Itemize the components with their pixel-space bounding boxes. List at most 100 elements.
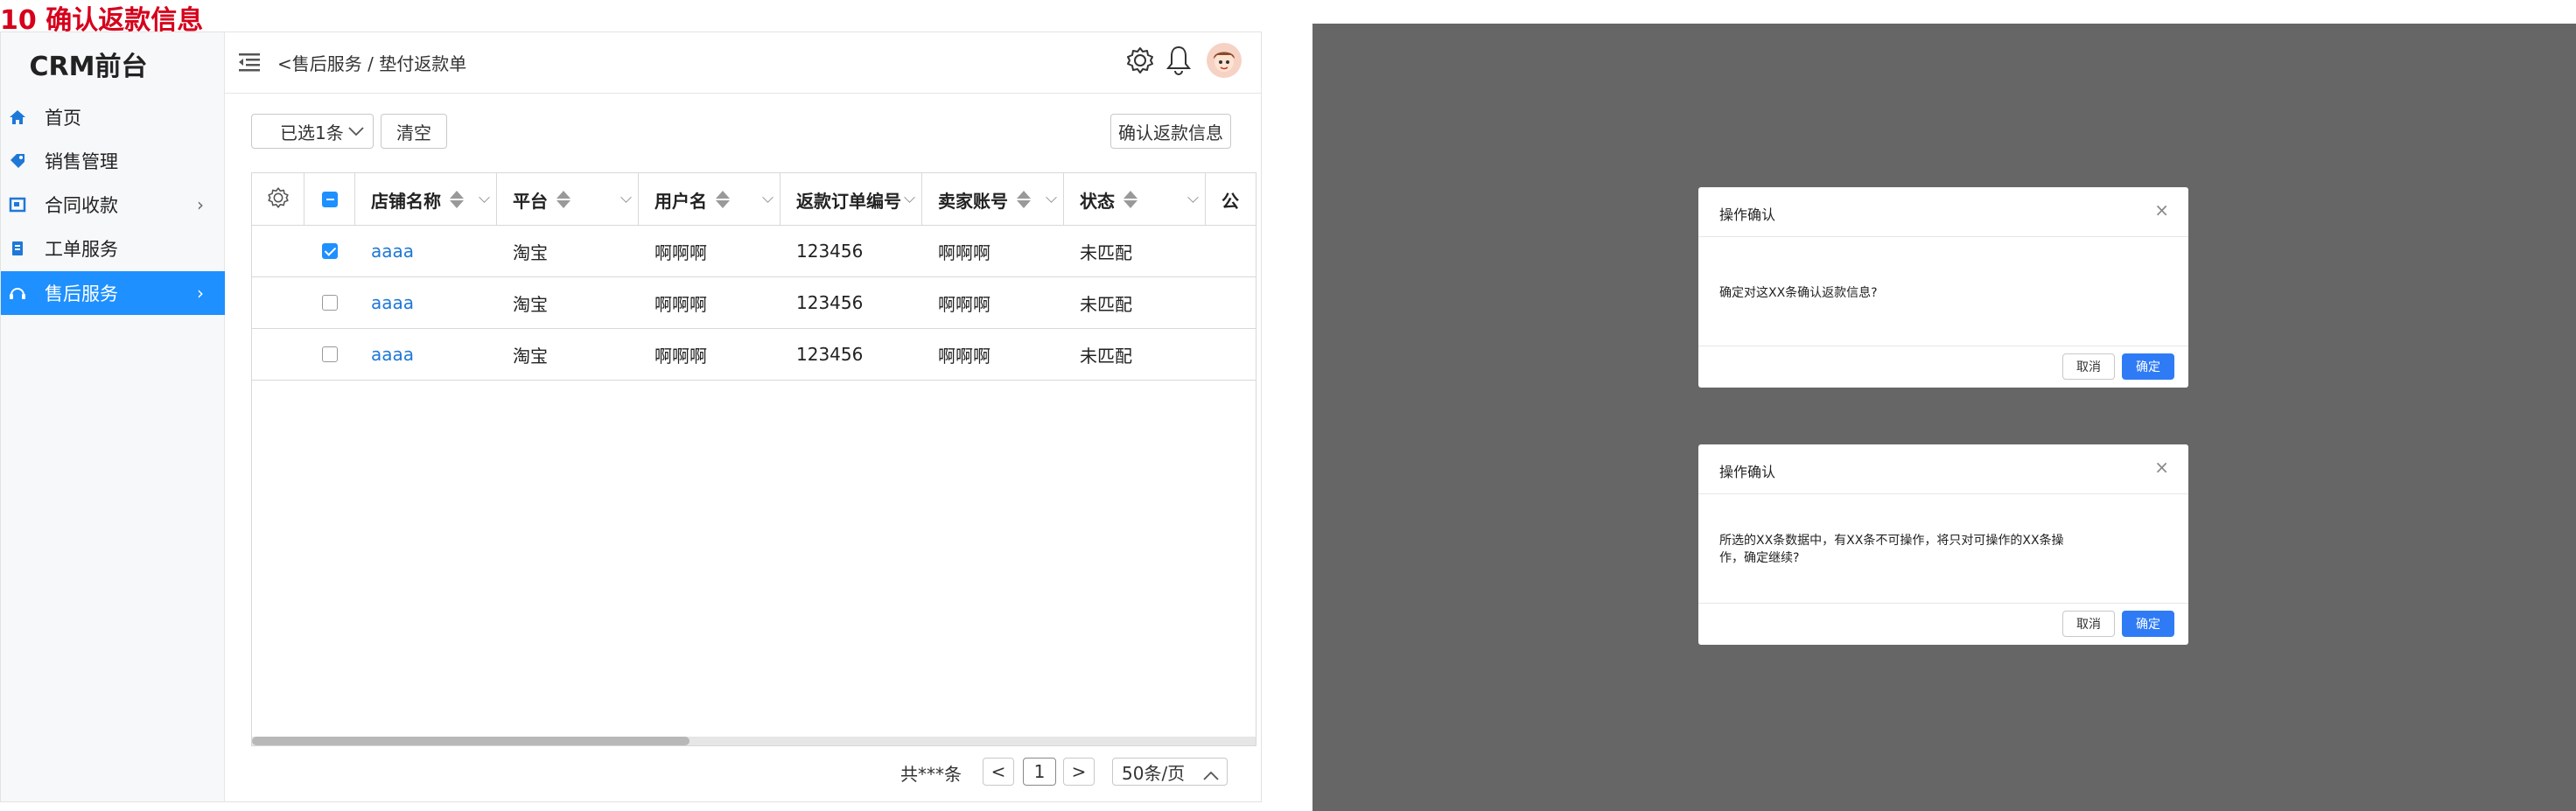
breadcrumb-current: 垫付返款单 — [379, 53, 467, 74]
column-header-more[interactable]: 公 — [1206, 173, 1256, 226]
close-icon[interactable]: × — [2154, 457, 2169, 478]
status-cell: 未匹配 — [1080, 345, 1132, 367]
breadcrumb-parent[interactable]: 售后服务 — [292, 53, 362, 74]
ok-button[interactable]: 确定 — [2122, 611, 2174, 637]
table-row[interactable]: aaaa 淘宝 啊啊啊 123456 啊啊啊 未匹配 — [252, 226, 1256, 277]
platform-cell: 淘宝 — [513, 241, 548, 263]
partial-confirm-dialog: 操作确认 × 所选的XX条数据中，有XX条不可操作，将只对可操作的XX条操 作，… — [1698, 444, 2188, 645]
user-cell: 啊啊啊 — [654, 345, 707, 367]
next-page-button[interactable]: > — [1063, 758, 1095, 786]
sidebar: CRM前台 首页 销售管理 合同收款 › 工单服务 售后服务 › — [1, 32, 225, 801]
bell-icon[interactable] — [1165, 45, 1193, 80]
shop-link[interactable]: aaaa — [355, 329, 497, 380]
crm-window: CRM前台 首页 销售管理 合同收款 › 工单服务 售后服务 › <售后服务 /… — [0, 31, 1262, 802]
sort-icon[interactable] — [716, 190, 730, 209]
prev-page-button[interactable]: < — [983, 758, 1014, 786]
column-label: 用户名 — [654, 190, 707, 212]
dialog-message-line: 所选的XX条数据中，有XX条不可操作，将只对可操作的XX条操 — [1719, 534, 2064, 548]
chevron-down-icon[interactable] — [479, 192, 490, 203]
confirm-refund-button[interactable]: 确认返款信息 — [1110, 114, 1231, 149]
sort-icon[interactable] — [1124, 190, 1138, 209]
select-all-checkbox[interactable] — [321, 192, 338, 207]
sort-icon[interactable] — [450, 190, 464, 209]
dialog-message: 所选的XX条数据中，有XX条不可操作，将只对可操作的XX条操 作，确定继续? — [1719, 532, 2064, 567]
sidebar-item-workorder[interactable]: 工单服务 — [1, 227, 225, 270]
pagination-total: 共***条 — [900, 764, 962, 785]
column-label: 平台 — [513, 190, 548, 212]
clear-button[interactable]: 清空 — [381, 114, 447, 149]
chevron-down-icon — [347, 121, 365, 142]
gear-icon[interactable] — [1124, 45, 1156, 80]
column-label: 卖家账号 — [938, 190, 1008, 212]
order-cell: 123456 — [796, 241, 864, 262]
selected-count-label: 已选1条 — [280, 122, 344, 143]
row-checkbox[interactable] — [322, 295, 338, 311]
chevron-down-icon[interactable] — [1046, 192, 1057, 203]
column-label: 公 — [1222, 190, 1239, 212]
gear-icon — [266, 185, 290, 214]
column-label: 店铺名称 — [371, 190, 441, 212]
platform-cell: 淘宝 — [513, 293, 548, 315]
row-checkbox[interactable] — [322, 346, 338, 362]
chevron-down-icon[interactable] — [1187, 192, 1199, 203]
column-header-shop[interactable]: 店铺名称 — [355, 173, 497, 226]
chevron-right-icon: › — [197, 194, 204, 215]
column-header-user[interactable]: 用户名 — [639, 173, 780, 226]
column-settings[interactable] — [252, 173, 304, 226]
chevron-down-icon[interactable] — [904, 192, 915, 203]
sidebar-item-home[interactable]: 首页 — [1, 95, 225, 139]
back-link[interactable]: < — [277, 53, 292, 74]
confirm-dialog: 操作确认 × 确定对这XX条确认返款信息? 取消 确定 — [1698, 187, 2188, 388]
chevron-down-icon[interactable] — [620, 192, 632, 203]
cancel-button[interactable]: 取消 — [2062, 611, 2115, 637]
sort-icon[interactable] — [556, 190, 570, 209]
column-header-platform[interactable]: 平台 — [497, 173, 639, 226]
table-row[interactable]: aaaa 淘宝 啊啊啊 123456 啊啊啊 未匹配 — [252, 329, 1256, 381]
ok-button[interactable]: 确定 — [2122, 353, 2174, 380]
page-size-label: 50条/页 — [1122, 762, 1186, 784]
row-select-cell — [304, 329, 355, 380]
row-checkbox[interactable] — [322, 243, 338, 259]
row-select-cell — [304, 277, 355, 328]
dialog-divider — [1698, 236, 2188, 237]
page-size-select[interactable]: 50条/页 — [1112, 758, 1228, 786]
modal-overlay: 操作确认 × 确定对这XX条确认返款信息? 取消 确定 操作确认 × 所选的XX… — [1312, 24, 2576, 811]
home-icon — [8, 108, 27, 127]
scrollbar-thumb[interactable] — [252, 737, 690, 745]
headset-icon — [8, 283, 27, 303]
status-cell: 未匹配 — [1080, 293, 1132, 315]
table-header: 店铺名称 平台 用户名 返款订单编号 卖家账号 状态 公 — [252, 173, 1256, 226]
close-icon[interactable]: × — [2154, 199, 2169, 220]
seller-cell: 啊啊啊 — [938, 241, 990, 263]
sidebar-item-aftersales[interactable]: 售后服务 › — [1, 271, 225, 315]
sidebar-item-sales[interactable]: 销售管理 — [1, 139, 225, 183]
sidebar-item-contract[interactable]: 合同收款 › — [1, 183, 225, 227]
dialog-title: 操作确认 — [1719, 464, 1776, 480]
sort-icon[interactable] — [1017, 190, 1031, 209]
selected-count-dropdown[interactable]: 已选1条 — [251, 114, 374, 149]
sidebar-item-label: 首页 — [45, 108, 81, 129]
avatar[interactable] — [1207, 43, 1242, 78]
order-cell: 123456 — [796, 292, 864, 313]
menu-collapse-icon[interactable] — [237, 52, 262, 76]
current-page[interactable]: 1 — [1023, 758, 1056, 786]
column-header-status[interactable]: 状态 — [1064, 173, 1206, 226]
chevron-down-icon[interactable] — [762, 192, 774, 203]
shop-link[interactable]: aaaa — [355, 277, 497, 328]
cancel-button[interactable]: 取消 — [2062, 353, 2115, 380]
table-row[interactable]: aaaa 淘宝 啊啊啊 123456 啊啊啊 未匹配 — [252, 277, 1256, 329]
chevron-up-icon — [1202, 766, 1220, 787]
column-label: 返款订单编号 — [796, 190, 901, 212]
sidebar-item-label: 售后服务 — [45, 283, 118, 304]
horizontal-scrollbar[interactable] — [252, 737, 1256, 745]
status-cell: 未匹配 — [1080, 241, 1132, 263]
clipboard-icon — [8, 239, 27, 258]
dialog-message-line: 作，确定继续? — [1719, 551, 1800, 565]
breadcrumb-separator: / — [368, 53, 374, 74]
column-header-seller[interactable]: 卖家账号 — [922, 173, 1064, 226]
dialog-divider — [1698, 493, 2188, 494]
shop-link[interactable]: aaaa — [355, 226, 497, 276]
seller-cell: 啊啊啊 — [938, 345, 990, 367]
order-cell: 123456 — [796, 344, 864, 365]
column-header-order[interactable]: 返款订单编号 — [780, 173, 922, 226]
